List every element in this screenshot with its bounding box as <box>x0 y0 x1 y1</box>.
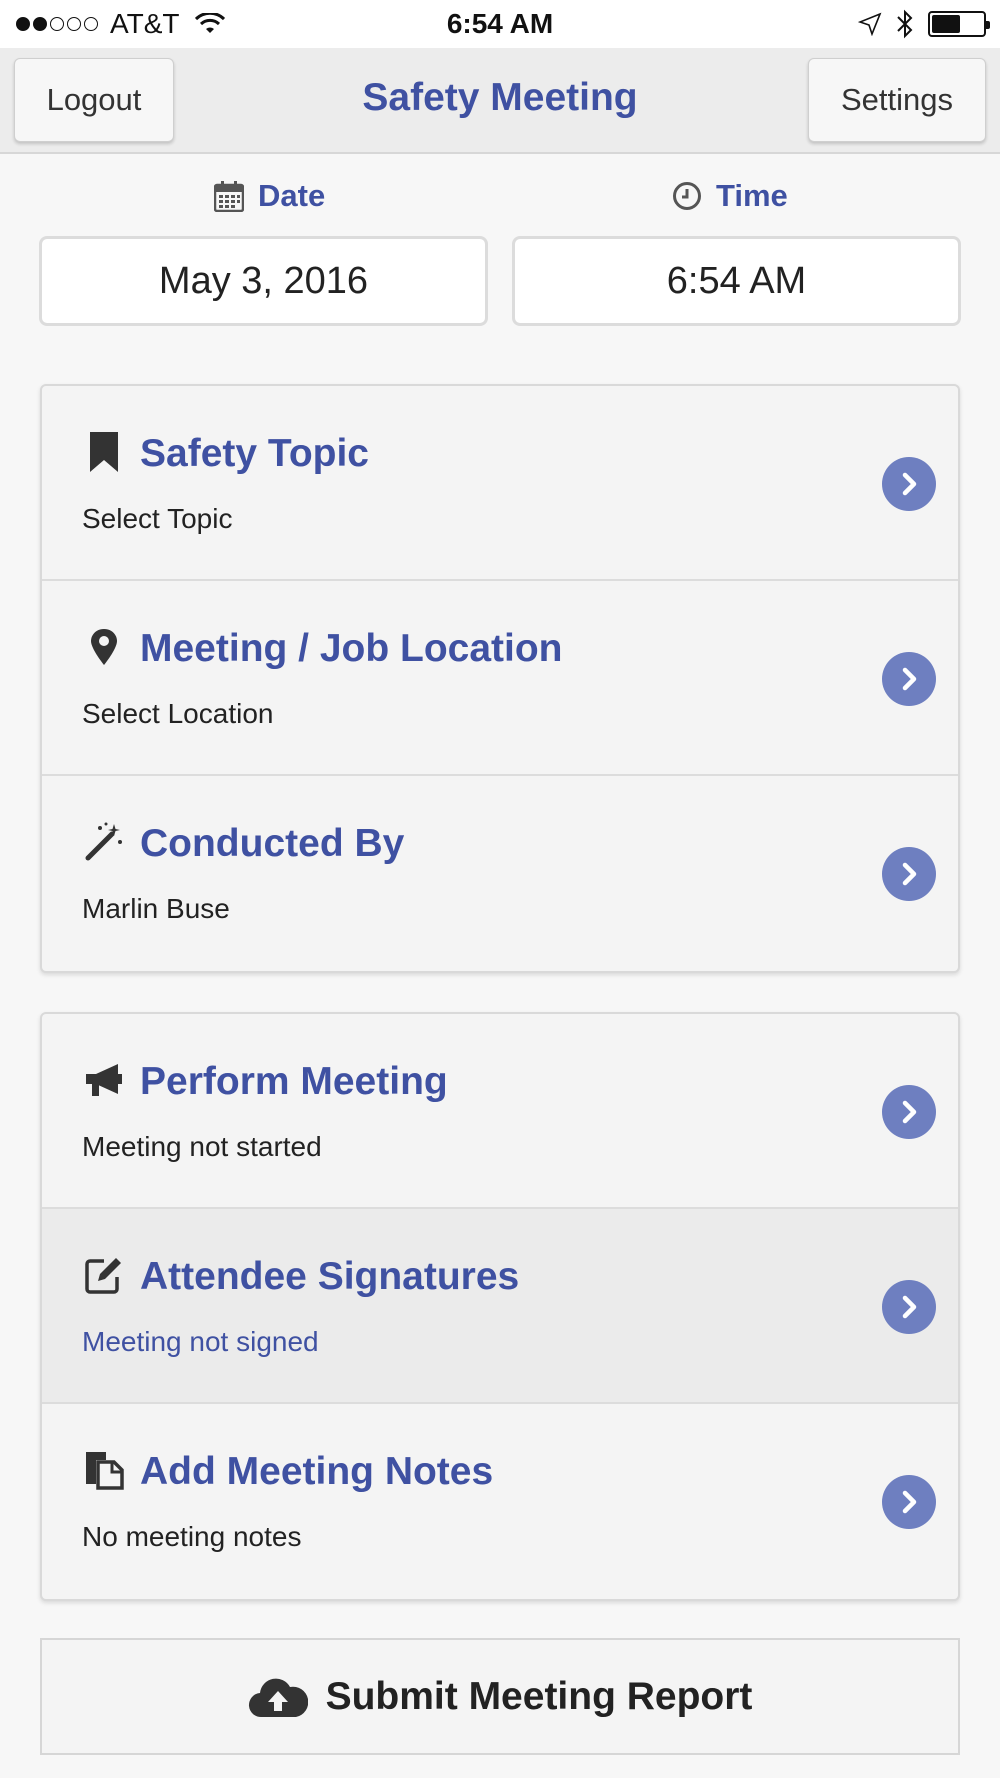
edit-icon <box>85 1258 121 1294</box>
meeting-notes-title: Add Meeting Notes <box>140 1450 494 1493</box>
attendee-signatures-row[interactable]: Attendee Signatures Meeting not signed <box>42 1209 958 1404</box>
time-label: Time <box>672 176 788 216</box>
perform-meeting-title: Perform Meeting <box>140 1060 448 1103</box>
conducted-by-title: Conducted By <box>140 822 405 865</box>
meeting-notes-row[interactable]: Add Meeting Notes No meeting notes <box>42 1404 958 1599</box>
safety-topic-value: Select Topic <box>82 503 233 534</box>
perform-meeting-status: Meeting not started <box>82 1131 322 1162</box>
submit-meeting-report-label: Submit Meeting Report <box>325 1674 753 1718</box>
calendar-icon <box>214 181 244 212</box>
job-location-title: Meeting / Job Location <box>140 627 563 670</box>
meeting-actions-card: Perform Meeting Meeting not started Atte… <box>40 1012 960 1601</box>
location-arrow-icon <box>858 12 882 36</box>
bookmark-icon <box>90 432 118 472</box>
time-label-text: Time <box>716 178 788 213</box>
chevron-right-icon[interactable] <box>882 1475 936 1529</box>
status-right <box>858 9 990 39</box>
date-label: Date <box>214 176 325 216</box>
job-location-value: Select Location <box>82 698 274 729</box>
conducted-by-row[interactable]: Conducted By Marlin Buse <box>42 776 958 971</box>
perform-meeting-row[interactable]: Perform Meeting Meeting not started <box>42 1014 958 1209</box>
status-time: 6:54 AM <box>446 8 554 39</box>
chevron-right-icon[interactable] <box>882 457 936 511</box>
time-field[interactable]: 6:54 AM <box>512 236 961 326</box>
safety-topic-row[interactable]: Safety Topic Select Topic <box>42 386 958 581</box>
safety-topic-title: Safety Topic <box>140 432 369 475</box>
map-marker-icon <box>91 629 117 665</box>
chevron-right-icon[interactable] <box>882 847 936 901</box>
chevron-right-icon[interactable] <box>882 1280 936 1334</box>
cloud-upload-icon <box>248 1678 308 1717</box>
submit-meeting-report-button[interactable]: Submit Meeting Report <box>40 1638 960 1755</box>
status-bar: AT&T 6:54 AM <box>0 0 1000 48</box>
chevron-right-icon[interactable] <box>882 652 936 706</box>
bluetooth-icon <box>897 9 913 39</box>
megaphone-icon <box>86 1064 122 1096</box>
notes-icon <box>86 1452 124 1490</box>
meeting-notes-status: No meeting notes <box>82 1521 302 1552</box>
attendee-signatures-title: Attendee Signatures <box>140 1255 520 1298</box>
chevron-right-icon[interactable] <box>882 1085 936 1139</box>
conducted-by-value: Marlin Buse <box>82 893 230 924</box>
battery-icon <box>928 11 990 37</box>
settings-button[interactable]: Settings <box>808 58 986 142</box>
date-field[interactable]: May 3, 2016 <box>39 236 488 326</box>
job-location-row[interactable]: Meeting / Job Location Select Location <box>42 581 958 776</box>
meeting-details-card: Safety Topic Select Topic Meeting / Job … <box>40 384 960 973</box>
magic-wand-icon <box>85 822 122 861</box>
nav-bar: Logout Safety Meeting Settings <box>0 48 1000 154</box>
date-label-text: Date <box>258 178 326 213</box>
attendee-signatures-status: Meeting not signed <box>82 1326 319 1357</box>
clock-icon <box>673 182 701 210</box>
